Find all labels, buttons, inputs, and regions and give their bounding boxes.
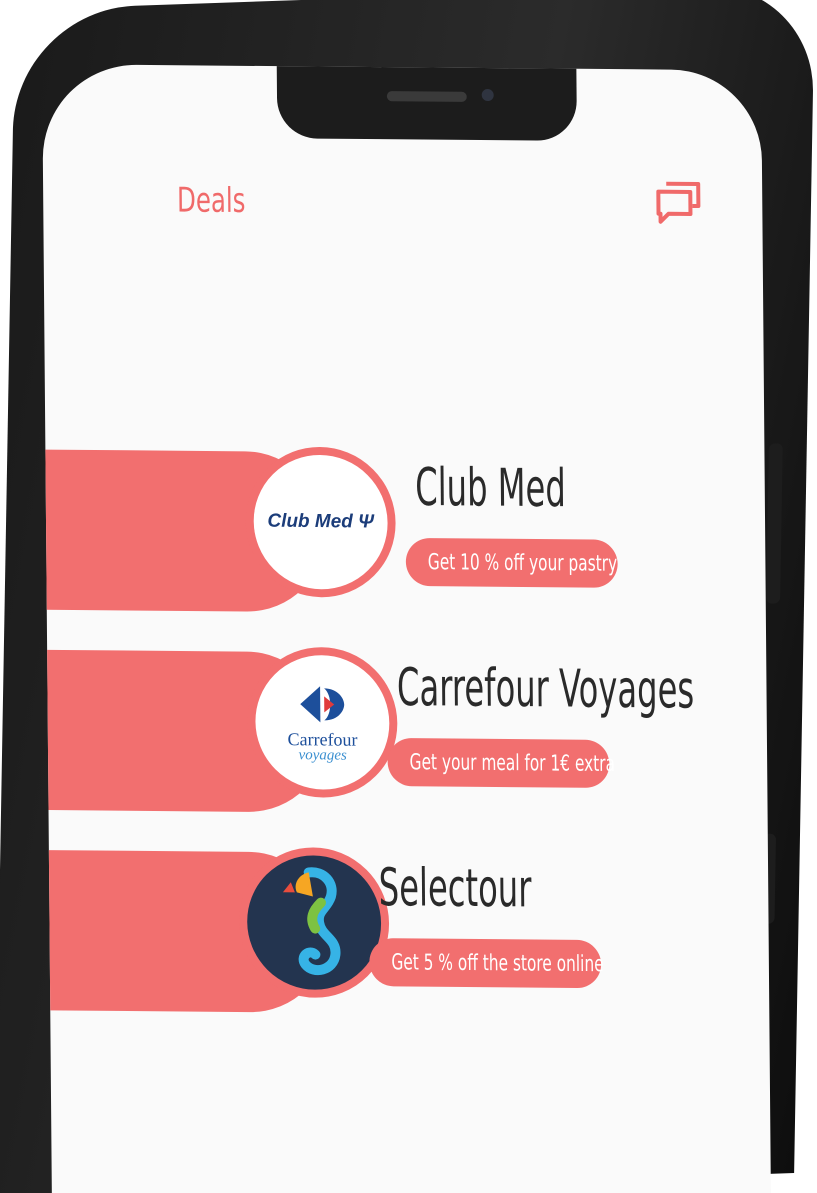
club-med-logo: Club Med Ψ	[245, 446, 397, 598]
carrefour-emblem-icon	[300, 685, 345, 722]
carrefour-logo-text: Carrefour	[287, 728, 358, 750]
notch	[276, 64, 577, 141]
chat-bubbles-icon[interactable]	[652, 178, 704, 229]
deal-offer-label: Get 5 % off the store online	[391, 949, 604, 977]
carrefour-voyages-logo: Carrefour voyages	[246, 646, 398, 799]
phone-screen: Deals Club Med Ψ Club Med Get 10 % off y…	[42, 64, 772, 1193]
phone-frame: Deals Club Med Ψ Club Med Get 10 % off y…	[0, 0, 815, 1193]
deal-offer-button[interactable]: Get 5 % off the store online	[369, 938, 604, 989]
deal-offer-button[interactable]: Get your meal for 1€ extra	[387, 737, 615, 788]
deal-offer-button[interactable]: Get 10 % off your pastry	[405, 537, 618, 588]
voyages-logo-text: voyages	[298, 746, 347, 764]
carrefour-logo-mark: Carrefour voyages	[287, 682, 358, 764]
deal-item-club-med[interactable]: Club Med Ψ Club Med Get 10 % off your pa…	[42, 420, 766, 613]
volume-button	[766, 443, 783, 604]
club-med-logo-text: Club Med Ψ	[267, 510, 374, 533]
deal-offer-label: Get your meal for 1€ extra	[409, 749, 616, 777]
mockup-stage: Deals Club Med Ψ Club Med Get 10 % off y…	[0, 0, 817, 1193]
seahorse-icon	[282, 867, 341, 976]
deal-item-selectour[interactable]: Selectour Get 5 % off the store online	[42, 820, 770, 1013]
front-camera	[481, 88, 494, 102]
deal-item-carrefour-voyages[interactable]: Carrefour voyages Carrefour Voyages Get …	[42, 620, 768, 813]
page-title: Deals	[176, 180, 246, 222]
deal-name: Carrefour Voyages	[396, 657, 695, 721]
speaker	[386, 91, 467, 102]
deal-name: Selectour	[378, 858, 532, 920]
selectour-logo	[238, 846, 390, 999]
deal-name: Club Med	[414, 457, 567, 520]
deal-offer-label: Get 10 % off your pastry	[427, 549, 618, 577]
